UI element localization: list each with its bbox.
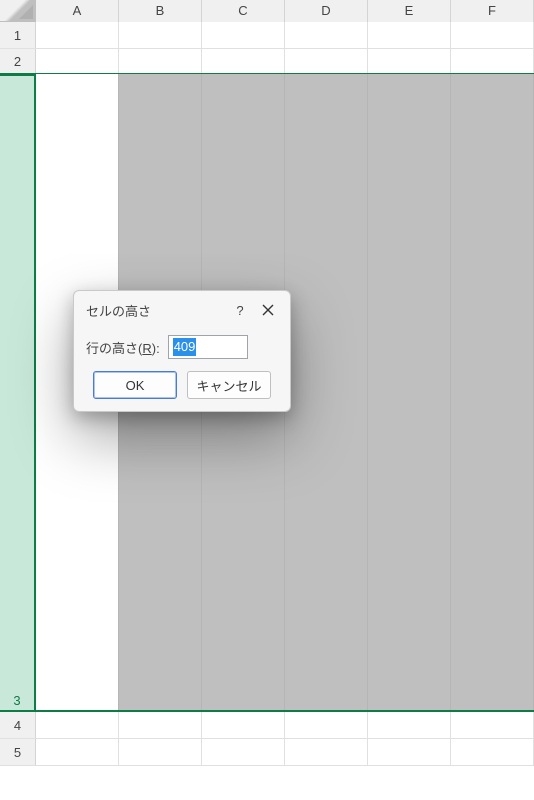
- cell-A2[interactable]: [36, 49, 119, 73]
- row-height-input-wrap: 409: [168, 335, 248, 359]
- close-icon: [262, 304, 274, 316]
- cell-B5[interactable]: [119, 739, 202, 765]
- cell-E2[interactable]: [368, 49, 451, 73]
- cell-B2[interactable]: [119, 49, 202, 73]
- cell-E4[interactable]: [368, 712, 451, 738]
- row-header-2[interactable]: 2: [0, 49, 36, 73]
- cell-C1[interactable]: [202, 22, 285, 48]
- column-header-row: A B C D E F: [0, 0, 534, 22]
- row-2: 2: [0, 49, 534, 74]
- dialog-buttons: OK キャンセル: [74, 363, 290, 411]
- row-header-4[interactable]: 4: [0, 712, 36, 738]
- cell-D5[interactable]: [285, 739, 368, 765]
- column-header-A[interactable]: A: [36, 0, 119, 22]
- column-header-E[interactable]: E: [368, 0, 451, 22]
- cell-B1[interactable]: [119, 22, 202, 48]
- row-header-3[interactable]: 3: [0, 74, 36, 710]
- cancel-button[interactable]: キャンセル: [187, 371, 271, 399]
- cell-A5[interactable]: [36, 739, 119, 765]
- close-button[interactable]: [254, 299, 282, 321]
- cell-D3[interactable]: [285, 74, 368, 710]
- ok-button[interactable]: OK: [93, 371, 177, 399]
- cell-C2[interactable]: [202, 49, 285, 73]
- cell-A1[interactable]: [36, 22, 119, 48]
- cell-F1[interactable]: [451, 22, 534, 48]
- cell-D4[interactable]: [285, 712, 368, 738]
- cell-F2[interactable]: [451, 49, 534, 73]
- row-height-input[interactable]: [168, 335, 248, 359]
- dialog-titlebar[interactable]: セルの高さ ?: [74, 291, 290, 329]
- column-header-D[interactable]: D: [285, 0, 368, 22]
- cell-E5[interactable]: [368, 739, 451, 765]
- cell-C5[interactable]: [202, 739, 285, 765]
- cell-D1[interactable]: [285, 22, 368, 48]
- row-height-label: 行の高さ(R):: [86, 338, 160, 357]
- cell-C4[interactable]: [202, 712, 285, 738]
- row-4: 4: [0, 712, 534, 739]
- cell-B4[interactable]: [119, 712, 202, 738]
- cell-F4[interactable]: [451, 712, 534, 738]
- cell-D2[interactable]: [285, 49, 368, 73]
- row-1: 1: [0, 22, 534, 49]
- cell-E1[interactable]: [368, 22, 451, 48]
- dialog-body: 行の高さ(R): 409: [74, 329, 290, 363]
- column-header-C[interactable]: C: [202, 0, 285, 22]
- row-header-5[interactable]: 5: [0, 739, 36, 765]
- dialog-title: セルの高さ: [86, 301, 226, 320]
- column-header-B[interactable]: B: [119, 0, 202, 22]
- cell-F5[interactable]: [451, 739, 534, 765]
- select-all-corner[interactable]: [0, 0, 36, 22]
- row-height-dialog: セルの高さ ? 行の高さ(R): 409 OK キャンセル: [73, 290, 291, 412]
- cell-E3[interactable]: [368, 74, 451, 710]
- row-5: 5: [0, 739, 534, 766]
- row-header-1[interactable]: 1: [0, 22, 36, 48]
- help-button[interactable]: ?: [226, 299, 254, 321]
- column-header-F[interactable]: F: [451, 0, 534, 22]
- cell-A4[interactable]: [36, 712, 119, 738]
- cell-F3[interactable]: [451, 74, 534, 710]
